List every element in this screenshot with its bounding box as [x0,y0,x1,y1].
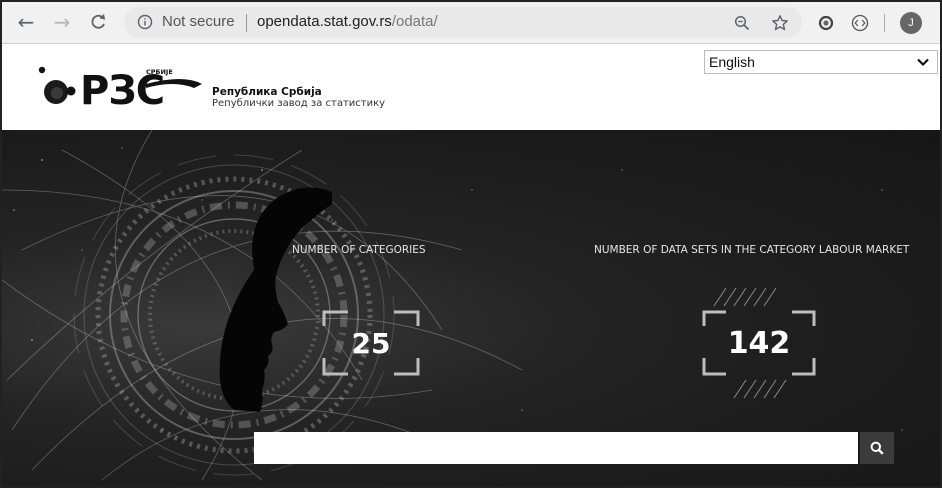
address-divider [246,14,247,32]
url-host: opendata.stat.gov.rs [257,13,392,30]
stat-value-labour-datasets: 142 [727,325,791,361]
url-text[interactable]: opendata.stat.gov.rs/odata/ [257,13,438,30]
site-header: РЗС СРБИЈЕ Република Србија Републички з… [2,44,940,130]
arrow-right-icon: → [53,10,71,34]
search-bar [254,432,896,464]
org-subtitle: Републички завод за статистику [212,98,386,109]
stat-value-categories: 25 [351,326,391,360]
stat-label-categories: NUMBER OF CATEGORIES [292,244,426,256]
info-icon [137,14,153,30]
browser-window: ← → Not secure opendata.stat.gov.rs/odat… [0,0,942,488]
extension-button-1[interactable] [814,11,838,35]
star-icon [772,15,788,31]
forward-button[interactable]: → [48,8,76,36]
org-title: Република Србија Републички завод за ста… [212,86,385,110]
extension-button-2[interactable] [848,11,872,35]
language-selected: English [709,54,755,70]
search-button[interactable] [860,432,894,464]
bookmark-button[interactable] [768,11,792,35]
search-input[interactable] [254,432,858,464]
logo-small-text: СРБИЈЕ [146,68,173,76]
reload-button[interactable] [84,8,112,36]
zoom-icon [734,15,750,31]
reload-icon [91,14,106,29]
language-select[interactable]: English [704,50,938,74]
circle-extension-icon [818,15,834,31]
code-extension-icon [851,14,869,32]
rzs-logo[interactable]: РЗС СРБИЈЕ [34,60,204,116]
address-bar[interactable]: Not secure opendata.stat.gov.rs/odata/ [124,7,802,38]
profile-avatar[interactable]: J [900,12,922,34]
hero-banner: NUMBER OF CATEGORIES 25 NUMBER OF DATA S… [2,130,940,486]
zoom-button[interactable] [730,11,754,35]
org-name: Република Србија [212,86,322,98]
stat-label-labour-datasets: NUMBER OF DATA SETS IN THE CATEGORY LABO… [594,244,910,256]
browser-toolbar: ← → Not secure opendata.stat.gov.rs/odat… [2,2,940,44]
site-info-button[interactable] [134,11,156,33]
search-icon [870,441,884,455]
back-button[interactable]: ← [12,8,40,36]
security-status: Not secure [162,13,235,30]
arrow-left-icon: ← [17,10,35,34]
toolbar-divider [884,14,885,32]
url-path: /odata/ [391,13,438,30]
chevron-down-icon [917,58,929,67]
